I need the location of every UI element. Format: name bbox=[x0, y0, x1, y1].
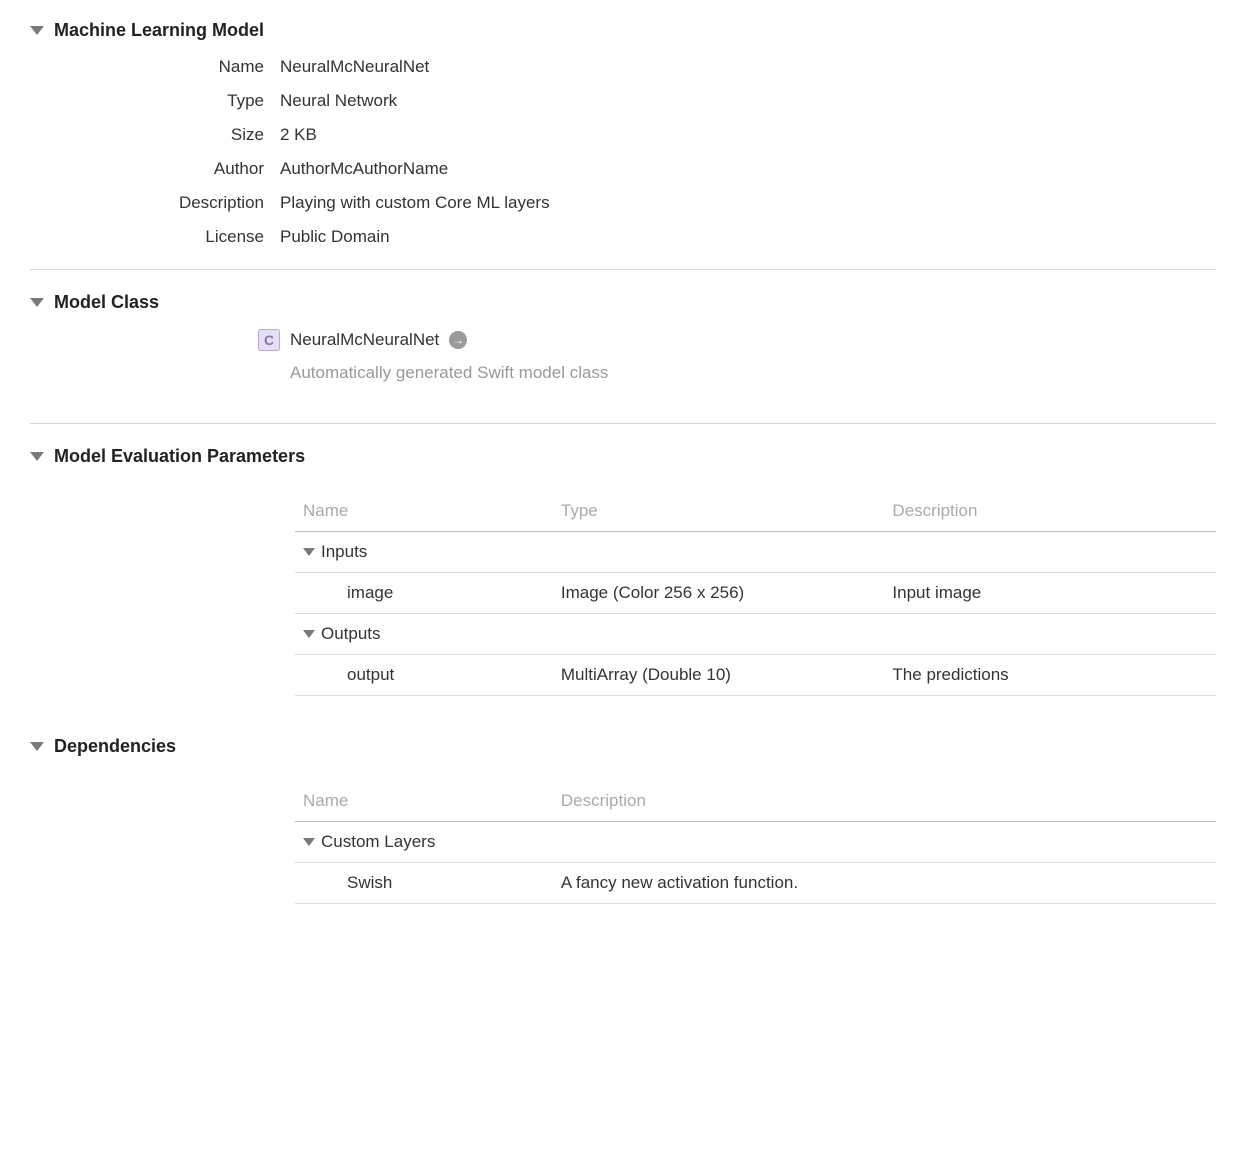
ml-model-title: Machine Learning Model bbox=[54, 20, 264, 41]
custom-layers-group-label: Custom Layers bbox=[321, 832, 435, 852]
field-label: Author bbox=[30, 159, 280, 179]
field-label: Size bbox=[30, 125, 280, 145]
eval-params-table-block: Name Type Description Inputs image bbox=[295, 491, 1216, 696]
field-label: Description bbox=[30, 193, 280, 213]
col-header-type: Type bbox=[553, 491, 885, 532]
param-type: MultiArray (Double 10) bbox=[553, 655, 885, 696]
dep-name: Swish bbox=[295, 863, 553, 904]
eval-params-table: Name Type Description Inputs image bbox=[295, 491, 1216, 696]
table-row: image Image (Color 256 x 256) Input imag… bbox=[295, 573, 1216, 614]
ml-model-header[interactable]: Machine Learning Model bbox=[30, 20, 1216, 41]
field-value: NeuralMcNeuralNet bbox=[280, 57, 429, 77]
field-value: Playing with custom Core ML layers bbox=[280, 193, 550, 213]
col-header-name: Name bbox=[295, 491, 553, 532]
field-value: Public Domain bbox=[280, 227, 390, 247]
table-row: Swish A fancy new activation function. bbox=[295, 863, 1216, 904]
field-label: Type bbox=[30, 91, 280, 111]
field-name: Name NeuralMcNeuralNet bbox=[30, 57, 1216, 77]
chevron-down-icon bbox=[30, 742, 44, 751]
model-class-row[interactable]: C NeuralMcNeuralNet bbox=[258, 329, 1216, 351]
col-header-description: Description bbox=[553, 781, 1216, 822]
param-name: image bbox=[295, 573, 553, 614]
ml-model-fields: Name NeuralMcNeuralNet Type Neural Netwo… bbox=[30, 57, 1216, 247]
col-header-description: Description bbox=[884, 491, 1216, 532]
inputs-group-label: Inputs bbox=[321, 542, 367, 562]
eval-params-title: Model Evaluation Parameters bbox=[54, 446, 305, 467]
chevron-down-icon bbox=[30, 452, 44, 461]
chevron-down-icon bbox=[30, 298, 44, 307]
param-name: output bbox=[295, 655, 553, 696]
outputs-group-row[interactable]: Outputs bbox=[295, 614, 1216, 655]
outputs-group-label: Outputs bbox=[321, 624, 381, 644]
model-class-name: NeuralMcNeuralNet bbox=[290, 330, 439, 350]
divider bbox=[30, 269, 1216, 270]
chevron-down-icon bbox=[303, 838, 315, 846]
custom-layers-group-row[interactable]: Custom Layers bbox=[295, 822, 1216, 863]
model-class-section: Model Class C NeuralMcNeuralNet Automati… bbox=[30, 292, 1216, 383]
field-description: Description Playing with custom Core ML … bbox=[30, 193, 1216, 213]
param-type: Image (Color 256 x 256) bbox=[553, 573, 885, 614]
field-label: License bbox=[30, 227, 280, 247]
dependencies-header[interactable]: Dependencies bbox=[30, 736, 1216, 757]
model-class-description: Automatically generated Swift model clas… bbox=[290, 363, 1216, 383]
dependencies-section: Dependencies Name Description Custom Lay… bbox=[30, 736, 1216, 904]
dependencies-table: Name Description Custom Layers Swish A f… bbox=[295, 781, 1216, 904]
table-row: output MultiArray (Double 10) The predic… bbox=[295, 655, 1216, 696]
field-size: Size 2 KB bbox=[30, 125, 1216, 145]
chevron-down-icon bbox=[30, 26, 44, 35]
table-header-row: Name Description bbox=[295, 781, 1216, 822]
field-type: Type Neural Network bbox=[30, 91, 1216, 111]
field-author: Author AuthorMcAuthorName bbox=[30, 159, 1216, 179]
model-class-title: Model Class bbox=[54, 292, 159, 313]
dep-description: A fancy new activation function. bbox=[553, 863, 1216, 904]
field-license: License Public Domain bbox=[30, 227, 1216, 247]
col-header-name: Name bbox=[295, 781, 553, 822]
eval-params-section: Model Evaluation Parameters Name Type De… bbox=[30, 446, 1216, 696]
field-value: Neural Network bbox=[280, 91, 397, 111]
class-file-icon: C bbox=[258, 329, 280, 351]
model-class-header[interactable]: Model Class bbox=[30, 292, 1216, 313]
eval-params-header[interactable]: Model Evaluation Parameters bbox=[30, 446, 1216, 467]
field-value: AuthorMcAuthorName bbox=[280, 159, 448, 179]
navigate-arrow-icon[interactable] bbox=[449, 331, 467, 349]
param-description: Input image bbox=[884, 573, 1216, 614]
ml-model-section: Machine Learning Model Name NeuralMcNeur… bbox=[30, 20, 1216, 247]
chevron-down-icon bbox=[303, 630, 315, 638]
divider bbox=[30, 423, 1216, 424]
field-value: 2 KB bbox=[280, 125, 317, 145]
field-label: Name bbox=[30, 57, 280, 77]
inputs-group-row[interactable]: Inputs bbox=[295, 532, 1216, 573]
dependencies-title: Dependencies bbox=[54, 736, 176, 757]
chevron-down-icon bbox=[303, 548, 315, 556]
param-description: The predictions bbox=[884, 655, 1216, 696]
dependencies-table-block: Name Description Custom Layers Swish A f… bbox=[295, 781, 1216, 904]
model-class-content: C NeuralMcNeuralNet Automatically genera… bbox=[258, 329, 1216, 383]
table-header-row: Name Type Description bbox=[295, 491, 1216, 532]
